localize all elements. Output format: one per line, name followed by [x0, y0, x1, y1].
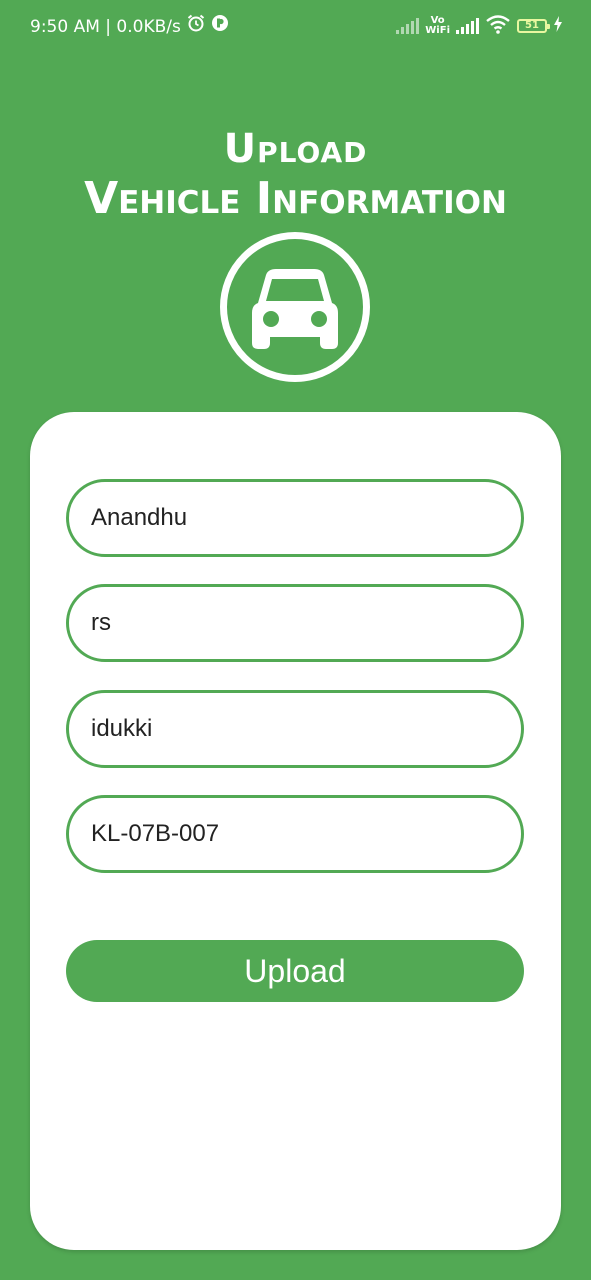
signal-strength-icon	[456, 18, 479, 34]
status-bar: 9:50 AM | 0.0KB/s Vo WiFi 51	[0, 0, 591, 52]
status-time-network: 9:50 AM | 0.0KB/s	[30, 16, 181, 37]
signal-icon	[396, 18, 420, 34]
battery-icon: 51	[517, 19, 550, 33]
charging-icon	[553, 16, 563, 36]
status-right: Vo WiFi 51	[396, 14, 563, 38]
name-field[interactable]	[66, 479, 524, 557]
app-notification-icon	[211, 14, 229, 39]
wifi-icon	[485, 14, 511, 38]
vowifi-bottom-label: WiFi	[425, 25, 450, 36]
vehicle-number-field[interactable]	[66, 795, 524, 873]
car-icon	[220, 232, 370, 382]
status-left: 9:50 AM | 0.0KB/s	[30, 14, 229, 39]
upload-button[interactable]: Upload	[66, 940, 524, 1002]
location-field[interactable]	[66, 690, 524, 768]
page-title-line2: Vehicle Information	[84, 173, 507, 224]
vehicle-number-input[interactable]	[91, 798, 501, 870]
name-input[interactable]	[91, 482, 501, 554]
vowifi-icon: Vo WiFi	[425, 16, 450, 36]
form-card: Upload	[30, 412, 561, 1250]
last-name-input[interactable]	[91, 587, 501, 659]
alarm-icon	[187, 14, 205, 39]
location-input[interactable]	[91, 693, 501, 765]
last-name-field[interactable]	[66, 584, 524, 662]
battery-level: 51	[525, 20, 539, 31]
page-title-line1: Upload	[223, 126, 368, 172]
